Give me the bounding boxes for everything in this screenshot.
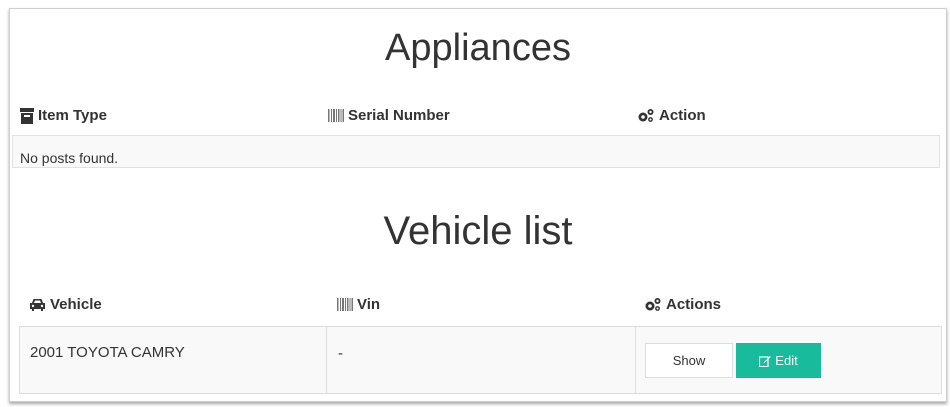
- cogs-icon: [645, 298, 661, 311]
- appliances-title: Appliances: [385, 27, 571, 69]
- column-header-label: Serial Number: [348, 107, 450, 124]
- empty-message: No posts found.: [20, 150, 119, 166]
- column-header-label: Vehicle: [50, 296, 102, 313]
- column-header-label: Action: [659, 107, 706, 124]
- edit-icon: [759, 355, 772, 367]
- column-header-serial-number: Serial Number: [328, 107, 450, 124]
- cell-divider: [635, 326, 636, 394]
- column-header-vin: Vin: [337, 296, 380, 313]
- column-header-label: Actions: [666, 296, 722, 313]
- cogs-icon: [638, 109, 654, 122]
- column-header-actions: Actions: [644, 296, 721, 313]
- column-header-label: Item Type: [38, 107, 107, 124]
- page-frame: Appliances Item Type Serial Number Actio…: [9, 8, 947, 402]
- archive-icon: [20, 107, 34, 124]
- column-header-vehicle: Vehicle: [29, 296, 102, 313]
- show-button[interactable]: Show: [645, 343, 733, 378]
- cell-divider: [326, 326, 327, 394]
- car-icon: [30, 298, 45, 311]
- vehicle-cell: 2001 TOYOTA CAMRY: [30, 344, 185, 361]
- edit-button-label: Edit: [775, 353, 798, 368]
- barcode-icon: [337, 298, 353, 311]
- show-button-label: Show: [672, 353, 706, 368]
- column-header-item-type: Item Type: [20, 107, 107, 124]
- column-header-label: Vin: [357, 296, 381, 313]
- empty-table-row: [12, 135, 940, 168]
- barcode-icon: [328, 109, 344, 122]
- column-header-action: Action: [637, 107, 706, 124]
- vehicle-list-title: Vehicle list: [383, 209, 573, 253]
- edit-button[interactable]: Edit: [736, 343, 821, 378]
- vin-cell: -: [338, 345, 343, 362]
